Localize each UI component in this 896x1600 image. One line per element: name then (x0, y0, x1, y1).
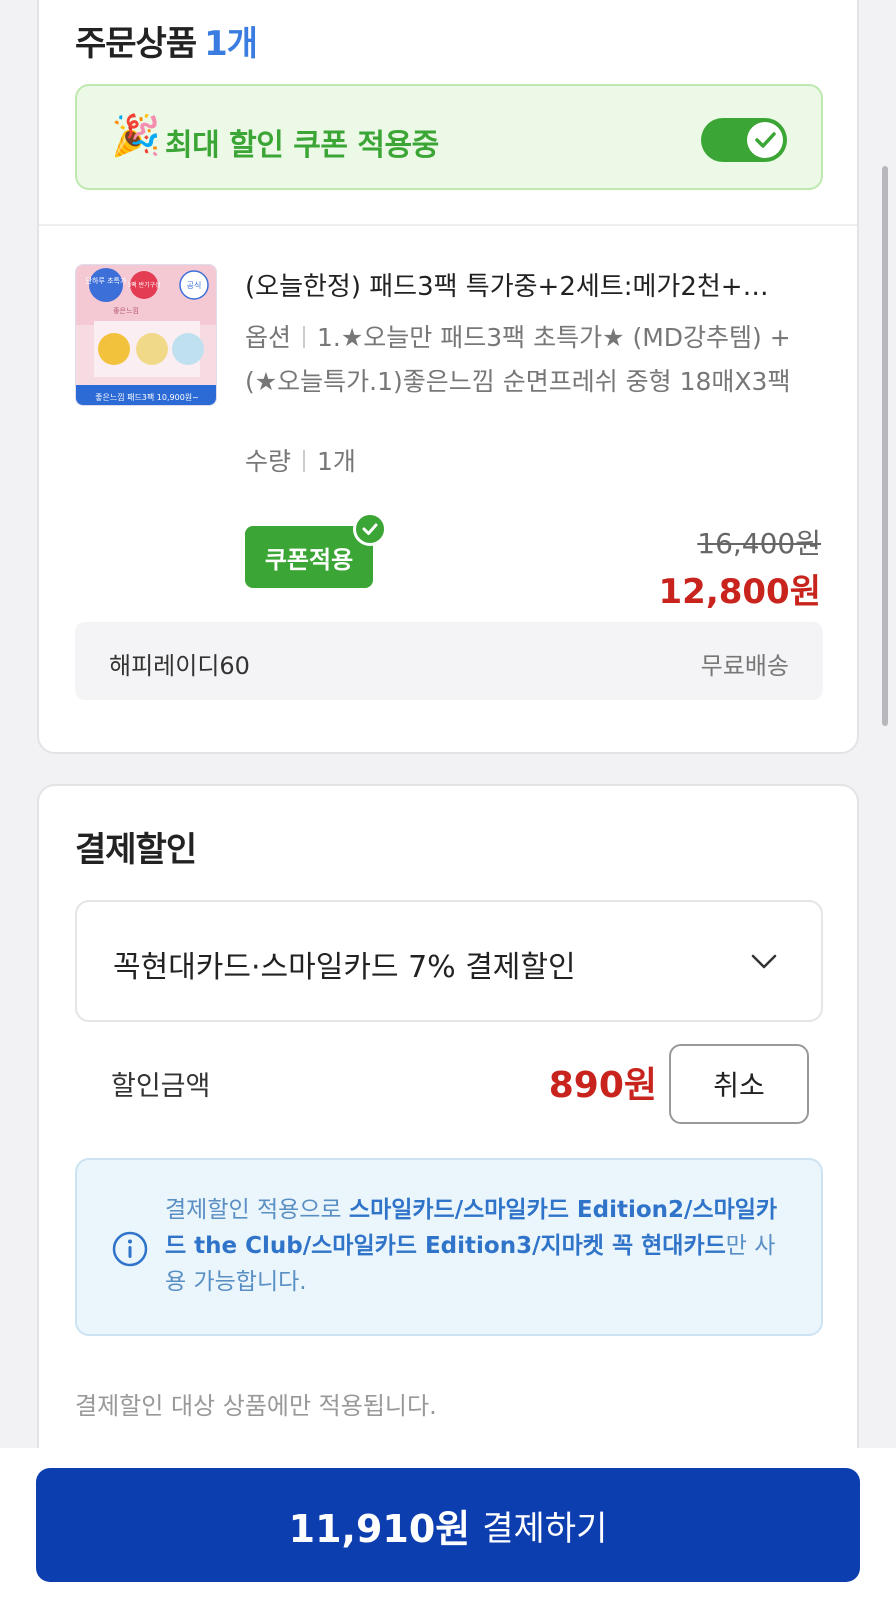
option-label: 옵션 (245, 323, 292, 352)
shipping-fee: 무료배송 (700, 652, 789, 680)
selected-discount: 꼭현대카드·스마일카드 7% 결제할인 (113, 950, 576, 985)
thumb-brand: 좋은느낌 (113, 307, 139, 315)
thumb-promo: 좋은느낌 패드3팩 10,900원~ (95, 392, 199, 402)
check-icon (755, 132, 776, 148)
pay-button[interactable]: 11,910원 결제하기 (36, 1468, 860, 1582)
order-title: 주문상품 (75, 24, 197, 64)
product-option: 옵션 1.★오늘만 패드3팩 초특가★ (MD강추템) + (★오늘특가.1)좋은… (245, 316, 805, 404)
toggle-knob (747, 122, 783, 158)
seller-name[interactable]: 해피레이디60 (109, 646, 250, 681)
qty-label: 수량 (245, 447, 292, 476)
pay-label: 결제하기 (482, 1508, 608, 1549)
option-separator (303, 326, 306, 348)
payment-discount-title: 결제할인 (75, 830, 197, 870)
info-text: 결제할인 적용으로 스마일카드/스마일카드 Edition2/스마일카드 the… (165, 1192, 795, 1300)
discount-amount-label: 할인금액 (111, 1071, 211, 1102)
order-items-card: 주문상품 1개 🎉 최대 할인 쿠폰 적용중 단하루 초특가 3팩 반기구성 공식… (37, 0, 859, 754)
chevron-down-icon (751, 954, 777, 969)
thumb-badge-right: 공식 (187, 281, 202, 290)
thumb-badge-mid: 3팩 반기구성 (127, 281, 160, 289)
coupon-check-icon (353, 512, 387, 546)
cancel-discount-button[interactable]: 취소 (669, 1044, 809, 1124)
payment-discount-select[interactable]: 꼭현대카드·스마일카드 7% 결제할인 (75, 900, 823, 1022)
pay-amount: 11,910원 (288, 1506, 471, 1551)
party-popper-icon: 🎉 (111, 113, 161, 159)
product-thumbnail[interactable]: 단하루 초특가 3팩 반기구성 공식 좋은느낌 좋은느낌 패드3팩 10,900… (75, 264, 217, 406)
discount-note: 결제할인 대상 상품에만 적용됩니다. (75, 1392, 437, 1420)
final-price: 12,800원 (658, 572, 821, 612)
scrollbar[interactable] (882, 166, 888, 726)
shipping-info: 해피레이디60 무료배송 (75, 622, 823, 700)
max-coupon-toggle[interactable] (701, 118, 787, 162)
discount-info-box: 결제할인 적용으로 스마일카드/스마일카드 Edition2/스마일카드 the… (75, 1158, 823, 1336)
option-value: 1.★오늘만 패드3팩 초특가★ (MD강추템) + (★오늘특가.1)좋은느낌… (245, 323, 791, 396)
section-divider (39, 224, 857, 226)
info-icon (112, 1231, 148, 1267)
coupon-button-label: 쿠폰적용 (264, 545, 354, 574)
cancel-label: 취소 (713, 1069, 765, 1102)
qty-value: 1개 (317, 447, 356, 476)
checkout-bar: 11,910원 결제하기 (0, 1448, 896, 1600)
payment-discount-card: 결제할인 꼭현대카드·스마일카드 7% 결제할인 할인금액 890원 취소 결제… (37, 784, 859, 1504)
order-section-title: 주문상품 1개 (75, 16, 258, 65)
thumb-badge-left: 단하루 초특가 (86, 276, 127, 285)
max-coupon-banner: 🎉 최대 할인 쿠폰 적용중 (75, 84, 823, 190)
qty-separator (303, 450, 306, 472)
discount-amount-value: 890원 (548, 1065, 657, 1106)
info-prefix: 결제할인 적용으로 (165, 1197, 349, 1223)
original-price: 16,400원 (697, 527, 821, 560)
product-quantity: 수량 1개 (245, 442, 356, 478)
max-coupon-text: 최대 할인 쿠폰 적용중 (165, 128, 439, 163)
order-count: 1개 (204, 24, 258, 64)
product-name[interactable]: (오늘한정) 패드3팩 특가중+2세트:메가2천+… (245, 266, 805, 303)
